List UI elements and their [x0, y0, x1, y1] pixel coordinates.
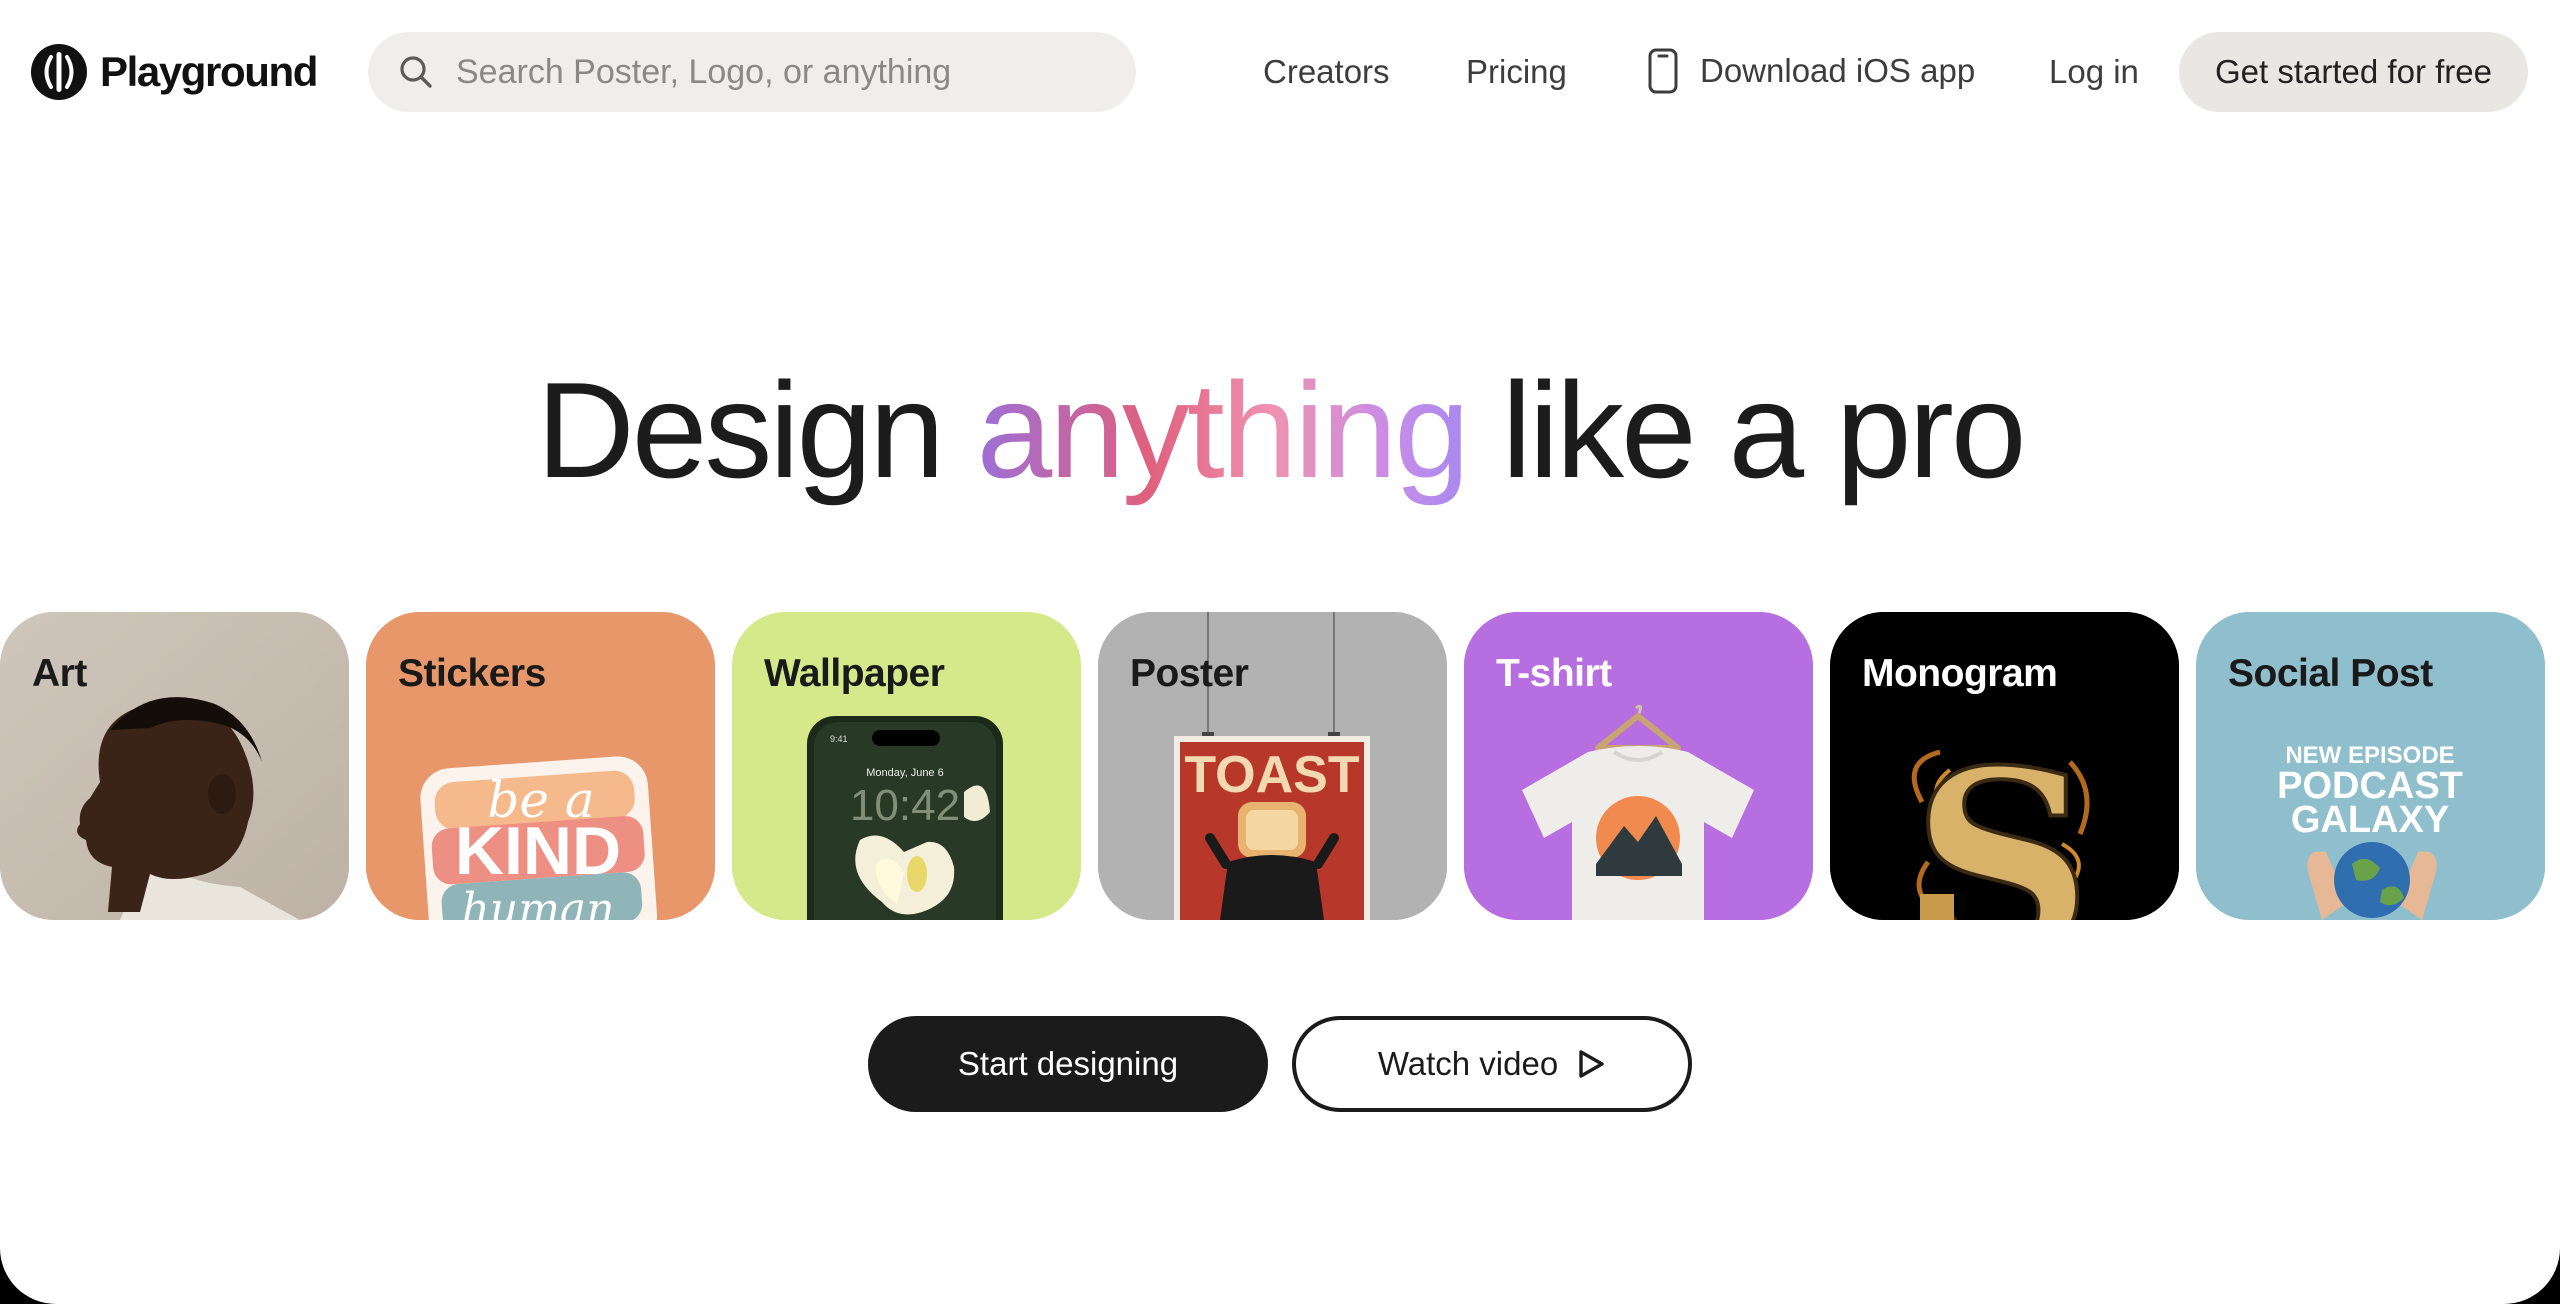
category-card-tshirt[interactable]: T-shirt — [1464, 612, 1813, 920]
nav-download-ios-link[interactable]: Download iOS app — [1648, 46, 1975, 96]
category-carousel: Art be a KIND human Stickers 9:41 Monday… — [0, 612, 2560, 920]
wallpaper-clock: 10:42 — [850, 781, 960, 830]
phone-icon — [1648, 48, 1678, 94]
category-card-poster[interactable]: TOAST Poster — [1098, 612, 1447, 920]
hero-headline: Design anything like a pro — [0, 350, 2560, 510]
top-nav: Playground Creators Pricing Download iOS… — [0, 0, 2560, 146]
wallpaper-date: Monday, June 6 — [866, 767, 943, 779]
category-label: T-shirt — [1496, 652, 1612, 695]
poster-title: TOAST — [1184, 746, 1360, 804]
category-card-social-post[interactable]: NEW EPISODE PODCAST GALAXY Social Post — [2196, 612, 2545, 920]
hero-word-anything: anything — [976, 354, 1470, 506]
search-input[interactable] — [456, 32, 1116, 112]
sticker-line-2: KIND — [455, 813, 621, 889]
category-label: Wallpaper — [764, 652, 945, 695]
nav-pricing-link[interactable]: Pricing — [1466, 50, 1567, 94]
nav-login-link[interactable]: Log in — [2049, 50, 2139, 94]
brand-name: Playground — [100, 48, 318, 95]
watch-video-label: Watch video — [1377, 1045, 1559, 1082]
category-card-art[interactable]: Art — [0, 612, 349, 920]
category-label: Stickers — [398, 652, 546, 695]
category-label: Monogram — [1862, 652, 2058, 695]
category-label: Social Post — [2228, 652, 2433, 695]
watch-video-button[interactable]: Watch video — [1292, 1016, 1692, 1112]
start-designing-button[interactable]: Start designing — [868, 1016, 1268, 1112]
playground-logo-icon — [31, 44, 87, 100]
play-icon — [1579, 1050, 1604, 1078]
hero-word-design: Design — [536, 354, 945, 506]
search-bar[interactable] — [368, 32, 1136, 112]
monogram-letter: S — [1912, 715, 2093, 920]
sticker-line-3: human — [462, 884, 615, 920]
search-icon — [400, 56, 432, 88]
get-started-button[interactable]: Get started for free — [2179, 32, 2528, 112]
category-label: Art — [32, 652, 87, 695]
brand-logo[interactable]: Playground — [30, 43, 318, 101]
wallpaper-status-time: 9:41 — [830, 734, 848, 744]
category-card-stickers[interactable]: be a KIND human Stickers — [366, 612, 715, 920]
nav-creators-link[interactable]: Creators — [1263, 50, 1390, 94]
social-line-3: GALAXY — [2291, 799, 2449, 841]
category-label: Poster — [1130, 652, 1249, 695]
page: Playground Creators Pricing Download iOS… — [0, 0, 2560, 1304]
hero-word-rest: like a pro — [1501, 354, 2027, 506]
category-card-monogram[interactable]: S Monogram — [1830, 612, 2179, 920]
category-card-wallpaper[interactable]: 9:41 Monday, June 6 10:42 Wallpaper — [732, 612, 1081, 920]
nav-download-ios-label: Download iOS app — [1700, 52, 1976, 89]
